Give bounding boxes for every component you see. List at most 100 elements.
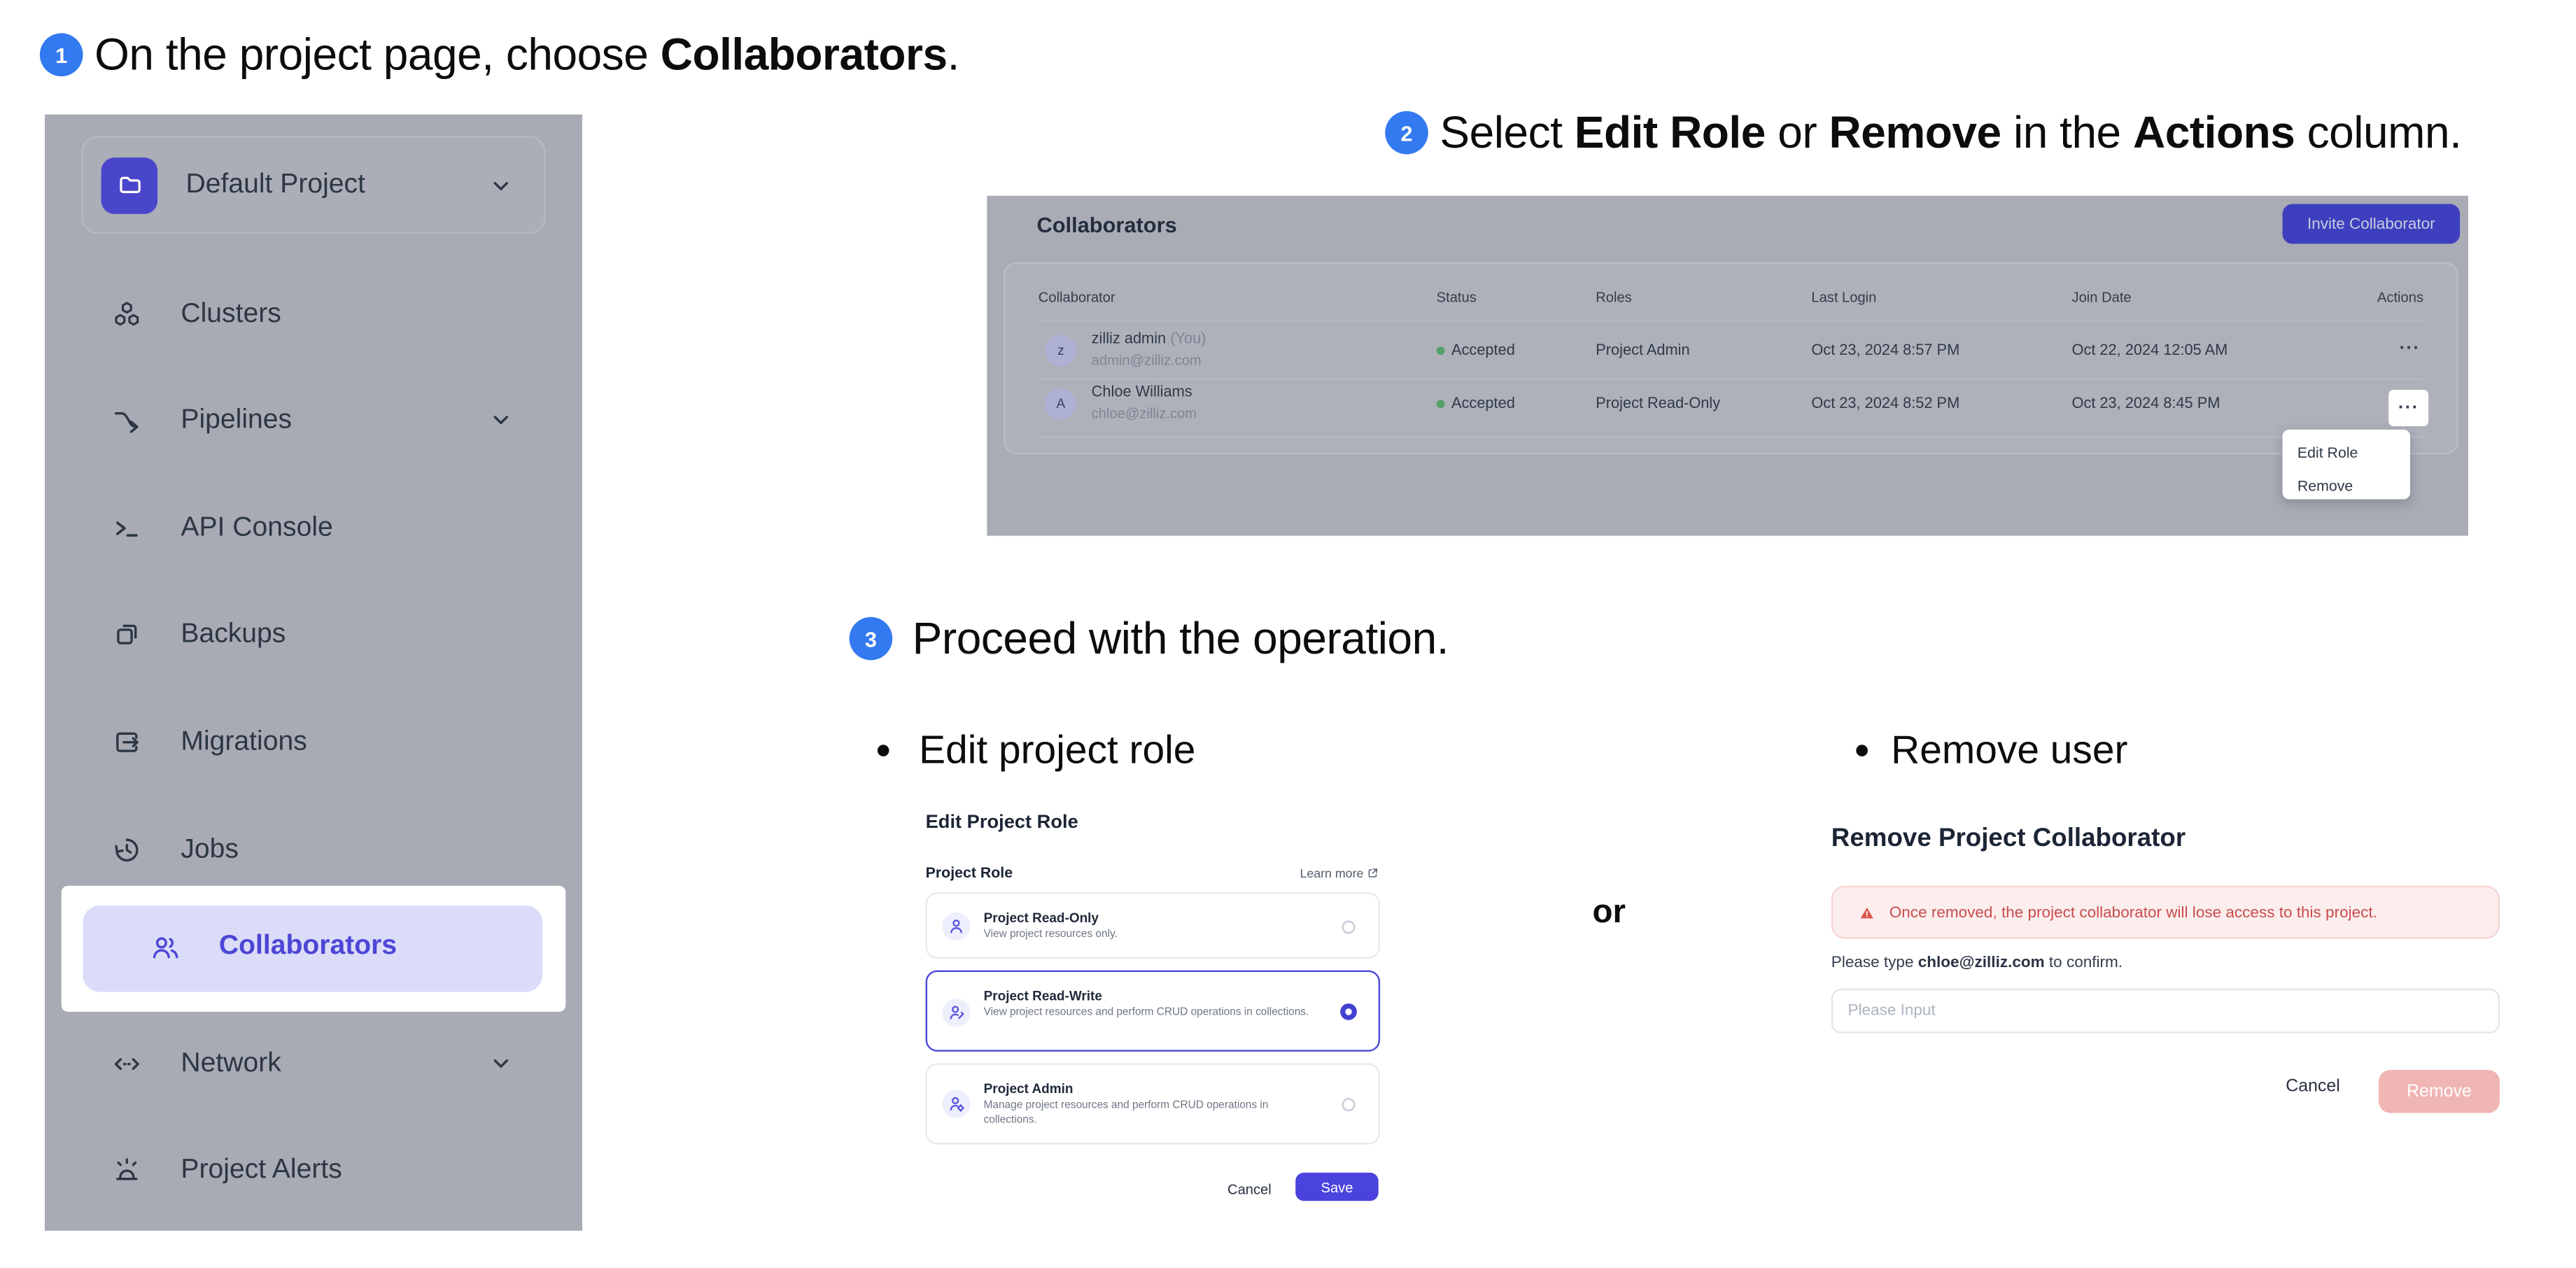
avatar: A — [1045, 388, 1077, 420]
learn-more-link[interactable]: Learn more — [1300, 866, 1378, 881]
project-switcher[interactable]: Default Project — [81, 136, 546, 234]
collaborator-name: Chloe Williams — [1091, 383, 1192, 400]
person-icon — [942, 912, 971, 941]
edit-project-role-dialog: Edit Project Role Project Role Learn mor… — [924, 805, 1382, 1238]
chevron-down-icon — [493, 181, 509, 190]
divider — [1038, 378, 2424, 380]
sidebar-item-project-alerts[interactable]: Project Alerts — [45, 1145, 582, 1195]
sidebar-item-label: API Console — [181, 512, 333, 542]
collaborators-table-screenshot: Collaborators Invite Collaborator Collab… — [987, 195, 2469, 536]
radio-unselected[interactable] — [1342, 1098, 1356, 1112]
cancel-button[interactable]: Cancel — [2286, 1076, 2339, 1096]
join-date-cell: Oct 23, 2024 8:45 PM — [2071, 395, 2220, 411]
confirm-instruction: Please type chloe@zilliz.com to confirm. — [1831, 954, 2123, 972]
role-option-admin[interactable]: Project Admin Manage project resources a… — [925, 1063, 1381, 1145]
collaborator-email: chloe@zilliz.com — [1091, 404, 1197, 422]
invite-collaborator-button[interactable]: Invite Collaborator — [2282, 204, 2461, 244]
step-2-text: in the — [2001, 108, 2133, 158]
collaborators-icon — [153, 937, 178, 959]
sidebar-item-api-console[interactable]: API Console — [45, 502, 582, 552]
folder-icon — [101, 156, 158, 213]
warning-triangle-icon — [1860, 906, 1873, 918]
warning-text: Once removed, the project collaborator w… — [1889, 903, 2377, 922]
pipelines-icon — [114, 411, 139, 432]
sidebar-item-label: Collaborators — [218, 930, 397, 961]
external-link-icon — [1368, 868, 1377, 878]
you-suffix: (You) — [1170, 330, 1206, 347]
bullet-dot — [1856, 745, 1868, 756]
row-actions-ellipsis-icon[interactable]: ··· — [2400, 339, 2421, 358]
cancel-button[interactable]: Cancel — [1227, 1181, 1272, 1198]
role-cell: Project Admin — [1596, 341, 1690, 358]
menu-item-edit-role[interactable]: Edit Role — [2297, 444, 2358, 461]
divider — [1038, 320, 2424, 322]
dialog-title: Edit Project Role — [925, 812, 1078, 833]
step-1-badge: 1 — [39, 33, 83, 77]
sidebar-item-label: Network — [181, 1047, 281, 1078]
project-name: Default Project — [185, 169, 365, 199]
row-actions-ellipsis-icon[interactable]: ··· — [2398, 399, 2419, 417]
role-option-title: Project Read-Write — [983, 988, 1102, 1004]
step-2-bold-remove: Remove — [1829, 108, 2001, 158]
person-edit-icon — [942, 998, 971, 1027]
confirm-email: chloe@zilliz.com — [1917, 953, 2045, 972]
status-text: Accepted — [1451, 341, 1515, 358]
step-1-text: On the project page, choose — [94, 29, 661, 80]
sidebar-item-label: Project Alerts — [181, 1153, 342, 1184]
step-1-bold: Collaborators — [660, 29, 948, 80]
terminal-icon — [116, 521, 138, 536]
role-cell: Project Read-Only — [1596, 395, 1721, 411]
dialog-title: Remove Project Collaborator — [1831, 824, 2186, 853]
sidebar-item-pipelines[interactable]: Pipelines — [45, 395, 582, 444]
column-header-actions: Actions — [2377, 288, 2424, 306]
step-1-period: . — [947, 29, 960, 80]
remove-button-disabled[interactable]: Remove — [2379, 1069, 2500, 1113]
radio-selected[interactable] — [1340, 1003, 1357, 1020]
project-role-label: Project Role — [925, 864, 1013, 881]
role-option-read-only[interactable]: Project Read-Only View project resources… — [925, 892, 1381, 959]
sidebar-item-label: Pipelines — [181, 404, 293, 434]
join-date-cell: Oct 22, 2024 12:05 AM — [2071, 341, 2228, 358]
collaborator-email: admin@zilliz.com — [1091, 351, 1202, 369]
confirm-email-input[interactable] — [1831, 988, 2500, 1034]
step-3-heading: Proceed with the operation. — [912, 614, 1449, 664]
column-header-collaborator: Collaborator — [1038, 288, 1115, 306]
remove-collaborator-dialog: Remove Project Collaborator Once removed… — [1831, 821, 2502, 1136]
sidebar: Default Project Clusters Pipelines API C… — [44, 114, 582, 1231]
history-clock-icon — [115, 838, 139, 861]
role-option-description: View project resources and perform CRUD … — [983, 1006, 1309, 1019]
bullet-edit-project-role: Edit project role — [919, 728, 1196, 773]
chevron-down-icon — [493, 1059, 509, 1068]
copy-icon — [117, 624, 137, 644]
step-2-text: Select — [1440, 108, 1575, 158]
sidebar-item-clusters[interactable]: Clusters — [45, 288, 582, 338]
avatar: z — [1045, 334, 1077, 367]
step-1-heading: On the project page, choose Collaborator… — [94, 30, 959, 81]
bullet-dot — [877, 745, 889, 756]
sidebar-item-migrations[interactable]: Migrations — [45, 717, 582, 766]
actions-dropdown-menu: Edit Role Remove — [2282, 429, 2411, 500]
save-button[interactable]: Save — [1295, 1172, 1379, 1202]
sidebar-item-collaborators[interactable]: Collaborators — [83, 906, 543, 992]
tutorial-page: 1 On the project page, choose Collaborat… — [0, 0, 2576, 1268]
confirm-post: to confirm. — [2044, 953, 2123, 972]
last-login-cell: Oct 23, 2024 8:57 PM — [1811, 341, 1960, 358]
name-text: zilliz admin — [1091, 330, 1167, 347]
role-option-title: Project Admin — [983, 1081, 1074, 1097]
person-gear-icon — [942, 1090, 971, 1118]
radio-unselected[interactable] — [1342, 920, 1356, 934]
role-option-read-write[interactable]: Project Read-Write View project resource… — [925, 970, 1381, 1052]
sidebar-item-label: Clusters — [181, 297, 281, 328]
step-2-bold-actions: Actions — [2132, 108, 2295, 158]
confirm-pre: Please type — [1831, 953, 1918, 972]
menu-item-remove[interactable]: Remove — [2297, 478, 2353, 495]
role-option-title: Project Read-Only — [983, 910, 1099, 926]
step-2-text: or — [1765, 108, 1829, 158]
status-dot — [1436, 346, 1445, 355]
sidebar-item-network[interactable]: Network — [45, 1038, 582, 1088]
migrations-icon — [116, 731, 139, 752]
sidebar-item-backups[interactable]: Backups — [45, 609, 582, 658]
status-dot — [1436, 400, 1445, 409]
column-header-status: Status — [1436, 288, 1477, 306]
sidebar-item-jobs[interactable]: Jobs — [45, 824, 582, 874]
